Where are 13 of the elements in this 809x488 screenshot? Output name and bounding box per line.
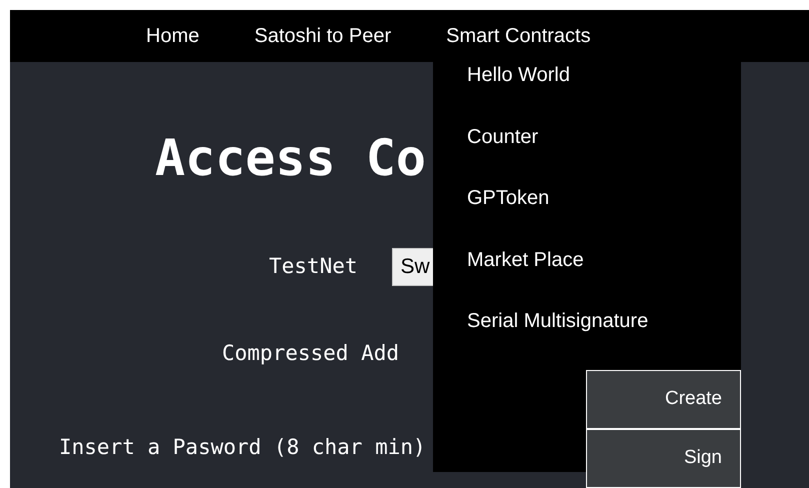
menu-item[interactable]: Hello World (433, 62, 741, 124)
address-label: Compressed Add (222, 341, 400, 365)
nav-link[interactable]: Smart Contracts (436, 21, 601, 51)
submenu-item[interactable]: Create (586, 370, 741, 428)
password-label: Insert a Pasword (8 char min) (59, 434, 426, 458)
nav-link[interactable]: Home (136, 21, 210, 51)
network-label: TestNet (269, 253, 358, 280)
page-heading: Access Co (155, 128, 426, 188)
menu-item[interactable]: Counter (433, 124, 741, 185)
submenu-item[interactable]: Sign (586, 428, 741, 488)
nav-link[interactable]: Satoshi to Peer (244, 21, 402, 51)
menu-item[interactable]: GPToken (433, 185, 741, 246)
menu-item[interactable]: Serial Multisignature (433, 308, 741, 370)
